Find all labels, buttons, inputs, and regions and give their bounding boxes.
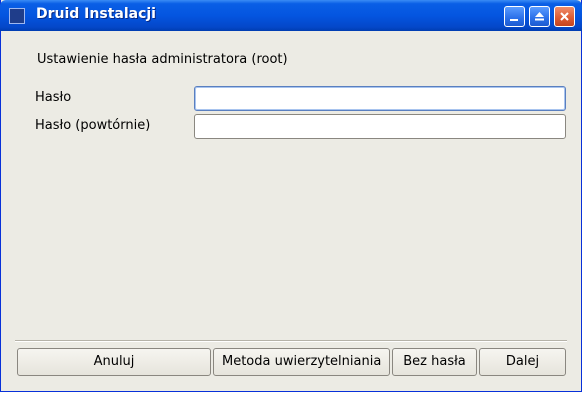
minimize-button[interactable]	[504, 6, 525, 27]
button-separator	[15, 340, 567, 342]
password-repeat-field[interactable]	[194, 114, 566, 139]
app-icon	[9, 8, 25, 24]
window-title: Druid Instalacji	[36, 6, 156, 22]
next-button[interactable]: Dalej	[479, 348, 566, 376]
installer-window: Druid Instalacji Ustawienie hasła admini…	[0, 0, 582, 392]
password-repeat-label: Hasło (powtórnie)	[35, 118, 151, 133]
cancel-button[interactable]: Anuluj	[17, 348, 211, 376]
title-bar[interactable]: Druid Instalacji	[0, 0, 582, 31]
maximize-button[interactable]	[529, 6, 550, 27]
close-icon	[560, 12, 569, 21]
auth-method-button[interactable]: Metoda uwierzytelniania	[213, 348, 390, 376]
page-heading: Ustawienie hasła administratora (root)	[37, 52, 288, 67]
maximize-icon	[535, 12, 544, 21]
password-field[interactable]	[194, 86, 566, 111]
no-password-button[interactable]: Bez hasła	[392, 348, 477, 376]
close-button[interactable]	[554, 6, 575, 27]
minimize-icon	[510, 19, 518, 21]
password-label: Hasło	[35, 90, 72, 105]
